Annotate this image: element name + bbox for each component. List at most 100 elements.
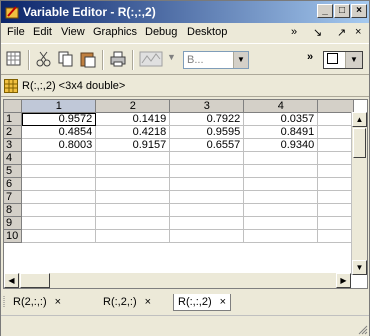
row-header[interactable]: 4 <box>4 151 23 165</box>
tab-r-page-2[interactable]: R(:,:,2) × <box>173 294 232 311</box>
table-cell[interactable] <box>317 164 355 178</box>
table-cell[interactable] <box>95 203 171 217</box>
table-cell[interactable] <box>169 190 245 204</box>
scroll-down-icon[interactable]: ▼ <box>352 260 367 275</box>
table-cell[interactable] <box>95 151 171 165</box>
table-cell[interactable] <box>243 164 319 178</box>
copy-icon[interactable] <box>57 50 75 68</box>
horizontal-scrollbar[interactable]: ◀ ▶ <box>4 273 351 288</box>
table-cell[interactable]: 0.9157 <box>95 138 171 152</box>
close-tab-icon[interactable]: × <box>55 296 61 308</box>
table-cell[interactable] <box>95 164 171 178</box>
menu-file[interactable]: File <box>7 26 25 38</box>
close-editor-icon[interactable]: × <box>355 26 361 38</box>
row-header[interactable]: 7 <box>4 190 23 204</box>
toolbar-more-icon[interactable]: » <box>307 51 313 63</box>
cut-icon[interactable] <box>35 50 53 68</box>
table-cell[interactable] <box>243 177 319 191</box>
table-cell[interactable]: 0.9595 <box>169 125 245 139</box>
column-header[interactable]: 2 <box>95 100 171 113</box>
tab-r-col-2[interactable]: R(:,2,:) × <box>99 294 155 311</box>
table-cell[interactable]: 0.6557 <box>169 138 245 152</box>
plot-selector[interactable]: B... ▼ <box>183 51 249 69</box>
table-cell[interactable] <box>169 164 245 178</box>
plot-dropdown-icon[interactable]: ▼ <box>167 52 176 62</box>
table-cell[interactable] <box>317 177 355 191</box>
plot-icon[interactable] <box>139 50 163 68</box>
chevron-down-icon[interactable]: ▼ <box>345 52 362 68</box>
dock-icon[interactable]: ↘ <box>313 26 322 39</box>
table-cell[interactable] <box>169 229 245 243</box>
table-cell[interactable]: 0.1419 <box>95 112 171 126</box>
table-cell[interactable] <box>95 216 171 230</box>
table-cell[interactable] <box>243 190 319 204</box>
vertical-scrollbar[interactable]: ▲ ▼ <box>351 112 367 275</box>
layout-selector[interactable]: ▼ <box>323 51 363 69</box>
close-tab-icon[interactable]: × <box>220 296 226 308</box>
table-cell[interactable]: 0.7922 <box>169 112 245 126</box>
tab-r-2[interactable]: R(2,:,:) × <box>9 294 65 311</box>
new-variable-icon[interactable] <box>5 50 23 68</box>
paste-icon[interactable] <box>79 50 97 68</box>
table-cell[interactable] <box>243 229 319 243</box>
table-cell[interactable] <box>21 203 97 217</box>
scroll-up-icon[interactable]: ▲ <box>352 112 367 127</box>
horizontal-scroll-thumb[interactable] <box>20 273 50 288</box>
table-cell[interactable] <box>317 125 355 139</box>
maximize-button[interactable]: □ <box>334 4 350 18</box>
table-cell[interactable] <box>317 112 355 126</box>
menu-more-icon[interactable]: » <box>291 26 297 38</box>
table-cell[interactable]: 0.4854 <box>21 125 97 139</box>
table-cell[interactable] <box>317 190 355 204</box>
row-header[interactable]: 3 <box>4 138 23 152</box>
table-cell[interactable] <box>243 216 319 230</box>
menu-edit[interactable]: Edit <box>33 26 52 38</box>
table-cell[interactable]: 0.8003 <box>21 138 97 152</box>
vertical-scroll-thumb[interactable] <box>353 128 366 158</box>
row-header[interactable]: 1 <box>4 112 23 126</box>
table-cell[interactable] <box>169 203 245 217</box>
table-cell[interactable] <box>317 216 355 230</box>
menu-view[interactable]: View <box>61 26 85 38</box>
resize-grip-icon[interactable] <box>356 323 368 335</box>
column-header[interactable]: 4 <box>243 100 319 113</box>
row-header[interactable]: 5 <box>4 164 23 178</box>
table-cell[interactable]: 0.0357 <box>243 112 319 126</box>
row-header[interactable]: 10 <box>4 229 23 243</box>
table-cell[interactable] <box>317 203 355 217</box>
variable-grid[interactable]: 1 2 3 4 1 0.9572 0.1419 0.7922 0.0357 2 … <box>3 99 368 289</box>
table-cell[interactable]: 0.9572 <box>21 112 97 126</box>
table-cell[interactable] <box>317 138 355 152</box>
table-cell[interactable] <box>21 177 97 191</box>
menu-debug[interactable]: Debug <box>145 26 177 38</box>
table-cell[interactable] <box>317 229 355 243</box>
menu-desktop[interactable]: Desktop <box>187 26 227 38</box>
table-cell[interactable] <box>95 190 171 204</box>
table-cell[interactable] <box>21 190 97 204</box>
column-header[interactable]: 1 <box>21 100 97 113</box>
minimize-button[interactable]: _ <box>317 4 333 18</box>
table-cell[interactable]: 0.9340 <box>243 138 319 152</box>
table-cell[interactable] <box>21 216 97 230</box>
column-header[interactable] <box>317 100 355 113</box>
chevron-down-icon[interactable]: ▼ <box>233 52 248 68</box>
table-cell[interactable] <box>243 203 319 217</box>
table-cell[interactable] <box>21 229 97 243</box>
row-header[interactable]: 9 <box>4 216 23 230</box>
table-cell[interactable] <box>21 151 97 165</box>
table-cell[interactable] <box>317 151 355 165</box>
row-header[interactable]: 8 <box>4 203 23 217</box>
menu-graphics[interactable]: Graphics <box>93 26 137 38</box>
column-header[interactable]: 3 <box>169 100 245 113</box>
table-cell[interactable] <box>95 177 171 191</box>
close-tab-icon[interactable]: × <box>145 296 151 308</box>
table-cell[interactable]: 0.8491 <box>243 125 319 139</box>
print-icon[interactable] <box>109 50 127 68</box>
scroll-right-icon[interactable]: ▶ <box>336 273 351 288</box>
table-cell[interactable] <box>169 177 245 191</box>
table-cell[interactable] <box>243 151 319 165</box>
table-cell[interactable] <box>21 164 97 178</box>
close-button[interactable]: × <box>351 4 367 18</box>
row-header[interactable]: 2 <box>4 125 23 139</box>
table-cell[interactable] <box>169 151 245 165</box>
